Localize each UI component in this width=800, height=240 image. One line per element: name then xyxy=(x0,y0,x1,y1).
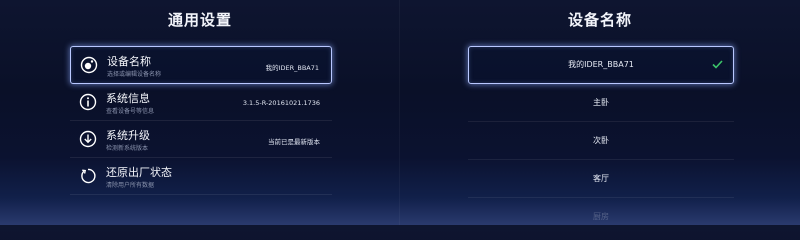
settings-item-label: 设备名称 xyxy=(107,55,151,68)
settings-item-sub: 选择或编辑设备名称 xyxy=(107,71,162,78)
settings-item-sub: 清除用户所有数据 xyxy=(106,182,155,189)
device-name-icon xyxy=(80,56,98,74)
settings-item-sub: 检测新系统版本 xyxy=(106,145,149,152)
power-reset-icon xyxy=(79,167,97,185)
settings-item-label: 系统升级 xyxy=(106,129,150,142)
device-name-title: 设备名称 xyxy=(567,11,632,29)
device-name-option[interactable]: 厨房 xyxy=(468,198,734,236)
settings-item-value: 3.1.5-R-20161021.1736 xyxy=(242,99,320,107)
device-name-option[interactable]: 客厅 xyxy=(468,160,734,198)
settings-panel: 通用设置 设备名称 选择或编辑设备名称 我的IDER_BBA71 系统信息 查看… xyxy=(0,0,400,225)
settings-item-label: 还原出厂状态 xyxy=(106,166,172,179)
device-name-option-label: 客厅 xyxy=(593,174,609,183)
settings-item-value: 我的IDER_BBA71 xyxy=(265,64,319,72)
device-name-option-label: 次卧 xyxy=(593,136,609,145)
device-name-option-label: 厨房 xyxy=(593,212,609,221)
settings-item-system-upgrade[interactable]: 系统升级 检测新系统版本 当前已是最新版本 xyxy=(70,121,332,158)
device-name-list: 我的IDER_BBA71 主卧 次卧 客厅 厨房 xyxy=(468,46,734,236)
settings-item-device-name[interactable]: 设备名称 选择或编辑设备名称 我的IDER_BBA71 xyxy=(70,46,332,84)
info-icon xyxy=(79,93,97,111)
settings-item-factory-reset[interactable]: 还原出厂状态 清除用户所有数据 xyxy=(70,158,332,195)
settings-title: 通用设置 xyxy=(167,11,232,29)
settings-item-value: 当前已是最新版本 xyxy=(268,138,320,146)
settings-item-sub: 查看设备号等信息 xyxy=(106,108,155,115)
device-name-option-label: 我的IDER_BBA71 xyxy=(568,60,634,69)
settings-item-label: 系统信息 xyxy=(106,92,150,105)
device-name-option[interactable]: 我的IDER_BBA71 xyxy=(468,46,734,84)
check-icon xyxy=(712,60,723,69)
device-name-option-label: 主卧 xyxy=(593,98,609,107)
device-name-panel: 设备名称 我的IDER_BBA71 主卧 次卧 客厅 厨房 xyxy=(400,0,800,225)
upgrade-icon xyxy=(79,130,97,148)
device-name-option[interactable]: 次卧 xyxy=(468,122,734,160)
settings-list: 设备名称 选择或编辑设备名称 我的IDER_BBA71 系统信息 查看设备号等信… xyxy=(70,46,332,195)
device-name-option[interactable]: 主卧 xyxy=(468,84,734,122)
settings-item-system-info[interactable]: 系统信息 查看设备号等信息 3.1.5-R-20161021.1736 xyxy=(70,84,332,121)
